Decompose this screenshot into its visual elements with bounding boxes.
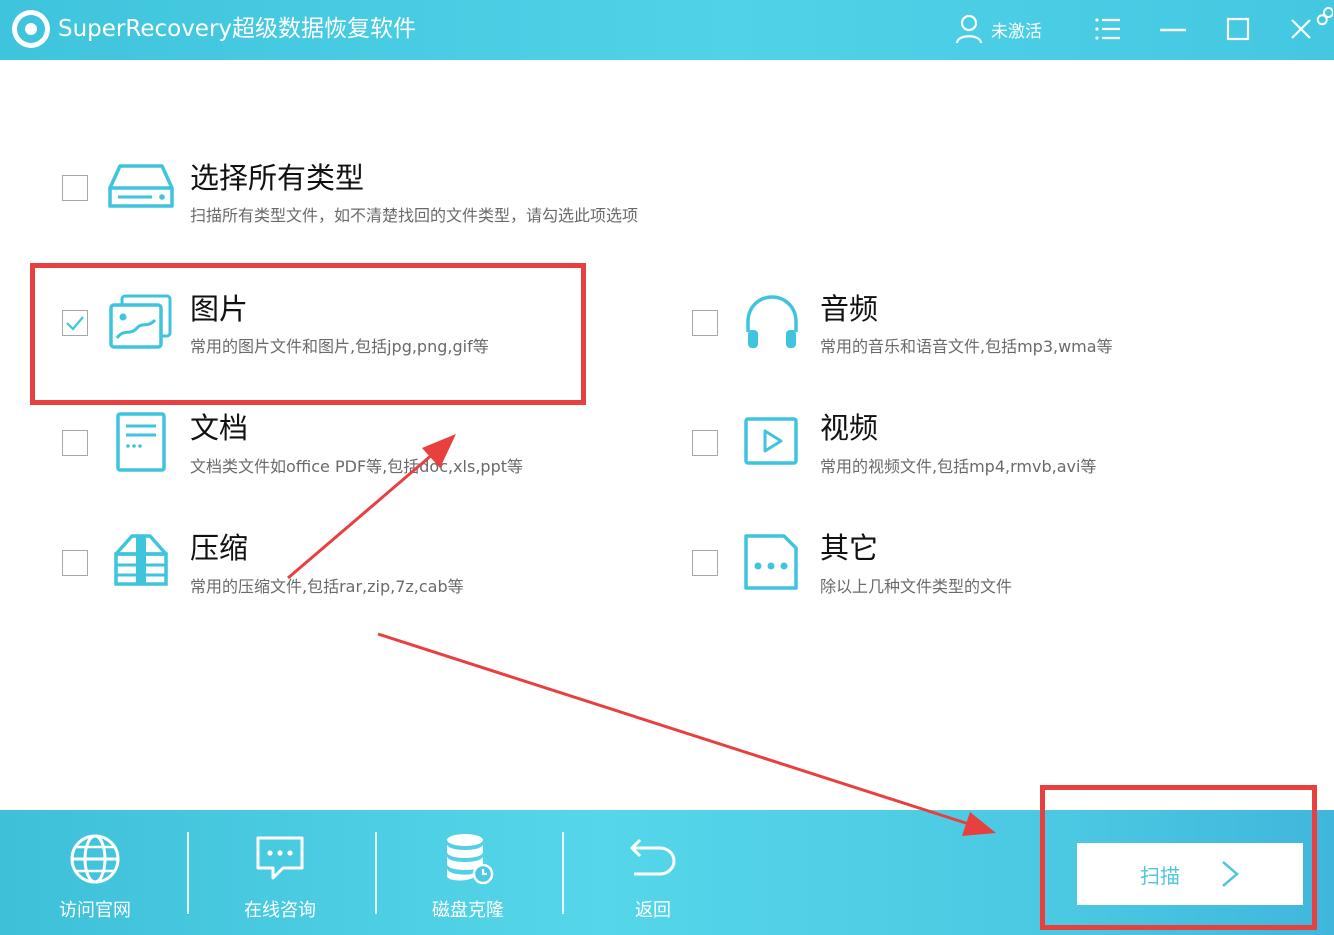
visit-website-button[interactable]: 访问官网 (45, 810, 145, 935)
option-description: 文档类文件如office PDF等,包括doc,xls,ppt等 (190, 457, 523, 476)
chat-icon (256, 836, 304, 880)
link-button[interactable] (1314, 0, 1334, 34)
toolbar-label: 访问官网 (59, 900, 131, 921)
return-button[interactable]: 返回 (603, 810, 703, 935)
headphones-icon (746, 295, 798, 348)
option-description: 常用的视频文件,包括mp4,rmvb,avi等 (820, 457, 1097, 476)
user-icon (955, 14, 983, 44)
app-logo-icon (12, 10, 50, 48)
option-title: 文档 (190, 411, 249, 445)
menu-button[interactable] (1090, 12, 1126, 46)
option-description: 常用的压缩文件,包括rar,zip,7z,cab等 (190, 577, 464, 596)
title-bar: SuperRecovery超级数据恢复软件 未激活 (0, 0, 1334, 60)
close-icon (1291, 19, 1311, 39)
checkbox-other[interactable] (692, 550, 718, 576)
checkbox-all-types[interactable] (62, 175, 88, 201)
checkbox-documents[interactable] (62, 430, 88, 456)
maximize-button[interactable] (1220, 12, 1256, 46)
toolbar-label: 返回 (635, 900, 671, 921)
activation-status: 未激活 (991, 21, 1042, 42)
option-description: 除以上几种文件类型的文件 (820, 577, 1013, 596)
file-more-icon (744, 534, 798, 590)
highlight-box-images (30, 263, 586, 405)
option-title: 选择所有类型 (190, 161, 365, 195)
app-title: SuperRecovery超级数据恢复软件 (58, 16, 417, 42)
option-title: 压缩 (190, 531, 249, 565)
toolbar-divider (375, 832, 377, 914)
minimize-button[interactable] (1155, 12, 1191, 46)
database-icon (447, 834, 494, 885)
minimize-icon (1160, 28, 1186, 32)
checkbox-archive[interactable] (62, 550, 88, 576)
drive-icon (108, 164, 174, 208)
link-icon (1316, 7, 1333, 26)
globe-icon (70, 834, 120, 884)
toolbar-divider (562, 832, 564, 914)
video-icon (744, 417, 798, 465)
option-title: 视频 (820, 411, 879, 445)
maximize-icon (1226, 17, 1250, 41)
app-window: SuperRecovery超级数据恢复软件 未激活 选择所有类型 扫描所有类型文… (0, 0, 1334, 935)
option-title: 音频 (820, 292, 879, 326)
toolbar-label: 在线咨询 (244, 900, 316, 921)
document-icon (116, 412, 166, 472)
archive-icon (114, 534, 168, 586)
toolbar-label: 磁盘克隆 (432, 900, 504, 921)
checkbox-video[interactable] (692, 430, 718, 456)
option-description: 扫描所有类型文件，如不清楚找回的文件类型，请勾选此项选项 (190, 206, 639, 225)
toolbar-divider (187, 832, 189, 914)
option-description: 常用的音乐和语音文件,包括mp3,wma等 (820, 337, 1113, 356)
return-arrow-icon (630, 838, 676, 876)
menu-icon (1095, 18, 1120, 40)
disk-clone-button[interactable]: 磁盘克隆 (418, 810, 518, 935)
checkbox-audio[interactable] (692, 310, 718, 336)
option-title: 其它 (820, 531, 879, 565)
highlight-box-scan (1040, 785, 1317, 930)
account-button[interactable]: 未激活 (955, 12, 1042, 46)
online-consult-button[interactable]: 在线咨询 (230, 810, 330, 935)
